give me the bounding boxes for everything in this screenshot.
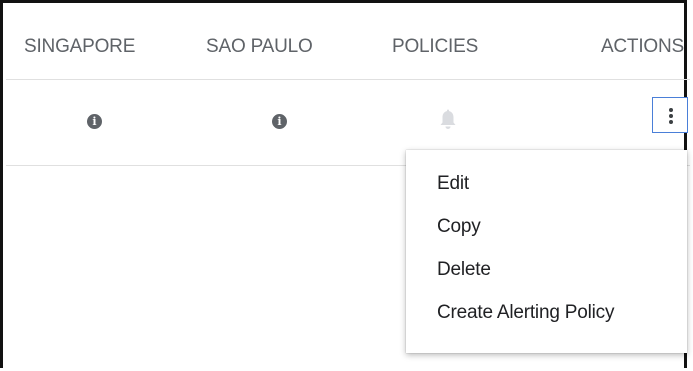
more-vert-icon — [669, 108, 673, 112]
column-header-sao-paulo[interactable]: SAO PAULO — [206, 36, 313, 58]
column-header-policies[interactable]: POLICIES — [392, 36, 478, 58]
menu-item-delete[interactable]: Delete — [406, 252, 687, 295]
column-header-actions: ACTIONS — [600, 36, 684, 57]
menu-item-edit[interactable]: Edit — [406, 166, 687, 209]
column-header-singapore[interactable]: SINGAPORE — [24, 36, 135, 58]
table-header: SINGAPORE SAO PAULO POLICIES ACTIONS — [6, 6, 690, 80]
actions-menu-button[interactable] — [652, 97, 688, 133]
info-icon[interactable]: i — [272, 114, 287, 129]
menu-item-create-alerting-policy[interactable]: Create Alerting Policy — [406, 295, 687, 338]
actions-dropdown-menu: Edit Copy Delete Create Alerting Policy — [406, 150, 687, 353]
menu-item-copy[interactable]: Copy — [406, 209, 687, 252]
bell-icon[interactable] — [438, 109, 458, 131]
info-icon[interactable]: i — [87, 114, 102, 129]
